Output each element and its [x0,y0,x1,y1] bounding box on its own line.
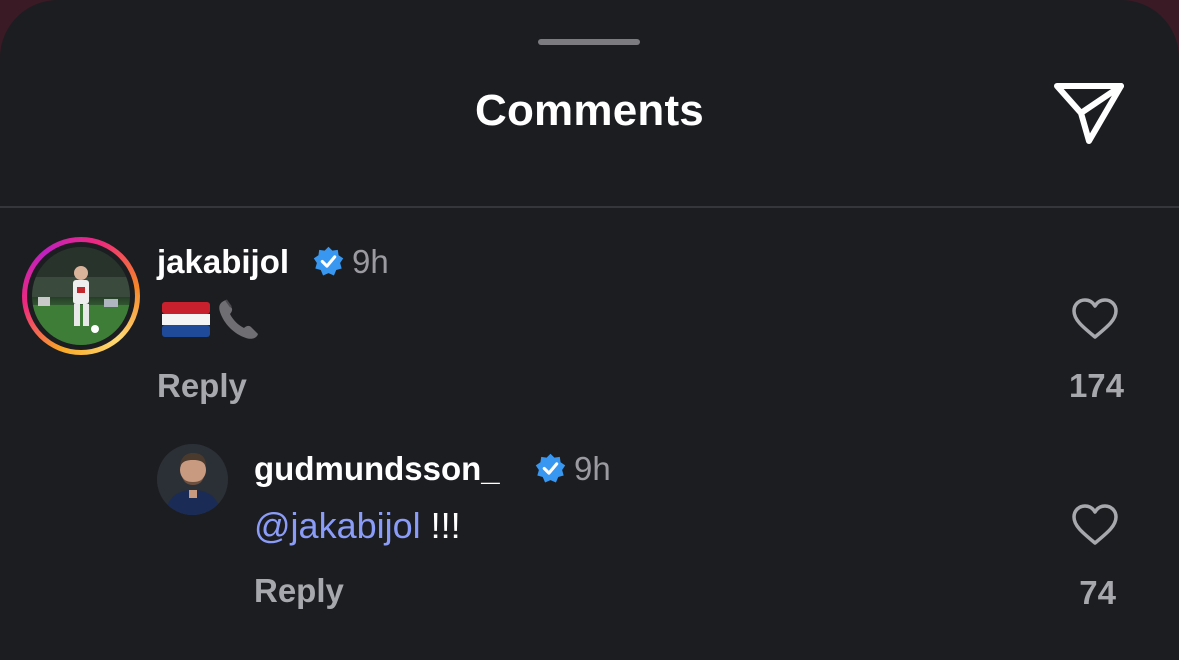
avatar-photo [32,247,130,345]
drag-handle[interactable] [538,39,640,45]
like-count: 74 [1079,574,1116,611]
comments-sheet: Comments jakabijol 9h Reply 174 gudmunds… [0,0,1179,660]
paper-plane-icon [1054,83,1124,144]
heart-outline-icon[interactable] [1071,503,1119,547]
reply-username[interactable]: gudmundsson_ [254,450,500,488]
comment-text [160,294,276,344]
reply-button[interactable]: Reply [254,572,344,610]
avatar[interactable] [157,444,228,515]
reply-text: @jakabijol !!! [254,505,461,547]
avatar [32,247,130,345]
like-count: 174 [1068,367,1124,404]
reply-button[interactable]: Reply [157,367,247,405]
sheet-title: Comments [475,86,704,135]
verified-badge-icon [313,246,344,276]
reply-timestamp: 9h [574,450,611,487]
share-button[interactable] [1052,78,1126,146]
mention-link[interactable]: @jakabijol [254,505,421,546]
avatar-story-ring[interactable] [22,237,140,355]
comment-timestamp: 9h [352,243,389,280]
avatar-photo [157,444,228,515]
telephone-receiver-icon [219,299,258,339]
flag-netherlands-icon [162,302,210,337]
heart-outline-icon[interactable] [1071,297,1119,341]
comment-username[interactable]: jakabijol [157,243,289,281]
header-divider [0,206,1179,208]
reply-text-body: !!! [420,505,461,546]
verified-badge-icon [535,453,566,483]
